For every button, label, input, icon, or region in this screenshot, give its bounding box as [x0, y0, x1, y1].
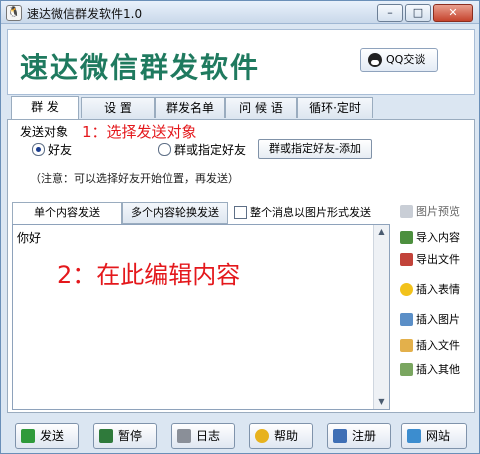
log-button[interactable]: 日志 — [171, 423, 235, 449]
qq-chat-label: QQ交谈 — [386, 53, 426, 66]
message-editor[interactable]: 你好 2：在此编辑内容 ▲ ▼ — [12, 224, 390, 410]
pause-button[interactable]: 暂停 — [93, 423, 157, 449]
play-icon — [21, 429, 35, 443]
tab-loop-timer[interactable]: 循环·定时 — [297, 97, 373, 118]
pause-label: 暂停 — [118, 429, 143, 443]
image-preview-label: 图片预览 — [416, 205, 460, 218]
qq-penguin-icon — [368, 53, 382, 67]
image-preview-icon — [400, 205, 413, 218]
mass-send-panel: 发送对象 1：选择发送对象 好友 群或指定好友 群或指定好友-添加 （注意：可以… — [7, 119, 475, 413]
scroll-down-arrow-icon[interactable]: ▼ — [376, 396, 387, 408]
radio-friends[interactable] — [32, 143, 45, 156]
editor-scrollbar[interactable]: ▲ ▼ — [373, 225, 389, 409]
picture-icon — [400, 313, 413, 326]
tab-greetings[interactable]: 问 候 语 — [225, 97, 297, 118]
help-icon — [255, 429, 269, 443]
log-icon — [177, 429, 191, 443]
send-target-label: 发送对象 — [20, 125, 69, 139]
header-banner: 速达微信群发软件 QQ交谈 — [7, 29, 475, 95]
tab-settings[interactable]: 设 置 — [81, 97, 155, 118]
send-button[interactable]: 发送 — [15, 423, 79, 449]
tab-single-content[interactable]: 单个内容发送 — [12, 202, 122, 224]
insert-file-label: 插入文件 — [416, 339, 460, 352]
content-tabs: 单个内容发送 多个内容轮换发送 整个消息以图片形式发送 — [12, 202, 392, 224]
start-position-note: （注意：可以选择好友开始位置，再发送） — [30, 172, 239, 185]
add-group-friend-button[interactable]: 群或指定好友-添加 — [258, 139, 372, 159]
export-icon — [400, 253, 413, 266]
website-button[interactable]: 网站 — [401, 423, 467, 449]
home-icon — [407, 429, 421, 443]
insert-other-button[interactable]: 插入其他 — [398, 360, 470, 380]
title-bar: 🐧 速达微信群发软件1.0 – □ ✕ — [1, 1, 479, 24]
insert-other-label: 插入其他 — [416, 363, 460, 376]
image-preview-button[interactable]: 图片预览 — [398, 202, 470, 222]
import-content-button[interactable]: 导入内容 — [398, 228, 470, 248]
register-label: 注册 — [352, 429, 377, 443]
annotation-select-target: 1：选择发送对象 — [82, 123, 197, 141]
annotation-edit-content: 2：在此编辑内容 — [57, 261, 241, 289]
register-button[interactable]: 注册 — [327, 423, 391, 449]
insert-other-icon — [400, 363, 413, 376]
export-file-label: 导出文件 — [416, 253, 460, 266]
insert-picture-label: 插入图片 — [416, 313, 460, 326]
website-label: 网站 — [426, 429, 451, 443]
radio-groups[interactable] — [158, 143, 171, 156]
help-label: 帮助 — [274, 429, 299, 443]
window-title: 速达微信群发软件1.0 — [27, 7, 143, 21]
app-window: 🐧 速达微信群发软件1.0 – □ ✕ 速达微信群发软件 QQ交谈 群 发 设 … — [0, 0, 480, 454]
emoji-icon — [400, 283, 413, 296]
send-label: 发送 — [40, 429, 65, 443]
tab-mass-send[interactable]: 群 发 — [11, 96, 79, 119]
tab-multi-content[interactable]: 多个内容轮换发送 — [122, 202, 228, 224]
app-name: 速达微信群发软件 — [20, 51, 261, 84]
import-content-label: 导入内容 — [416, 231, 460, 244]
log-label: 日志 — [196, 429, 221, 443]
radio-friends-label: 好友 — [48, 143, 73, 157]
image-send-checkbox[interactable] — [234, 206, 247, 219]
import-icon — [400, 231, 413, 244]
export-file-button[interactable]: 导出文件 — [398, 250, 470, 270]
insert-file-button[interactable]: 插入文件 — [398, 336, 470, 356]
maximize-button[interactable]: □ — [405, 4, 431, 22]
qq-chat-button[interactable]: QQ交谈 — [360, 48, 438, 72]
minimize-button[interactable]: – — [377, 4, 403, 22]
register-icon — [333, 429, 347, 443]
insert-picture-button[interactable]: 插入图片 — [398, 310, 470, 330]
main-tabs: 群 发 设 置 群发名单 问 候 语 循环·定时 — [7, 96, 473, 119]
close-button[interactable]: ✕ — [433, 4, 473, 22]
insert-emoji-label: 插入表情 — [416, 283, 460, 296]
bottom-toolbar: 发送 暂停 日志 帮助 注册 网站 — [7, 415, 473, 451]
pause-icon — [99, 429, 113, 443]
image-send-label: 整个消息以图片形式发送 — [250, 206, 371, 219]
tab-send-list[interactable]: 群发名单 — [155, 97, 225, 118]
scroll-up-arrow-icon[interactable]: ▲ — [376, 226, 387, 238]
radio-groups-label: 群或指定好友 — [174, 143, 247, 157]
insert-emoji-button[interactable]: 插入表情 — [398, 280, 470, 300]
editor-text: 你好 — [17, 231, 42, 245]
folder-icon — [400, 339, 413, 352]
help-button[interactable]: 帮助 — [249, 423, 313, 449]
app-logo-icon: 🐧 — [6, 5, 22, 21]
